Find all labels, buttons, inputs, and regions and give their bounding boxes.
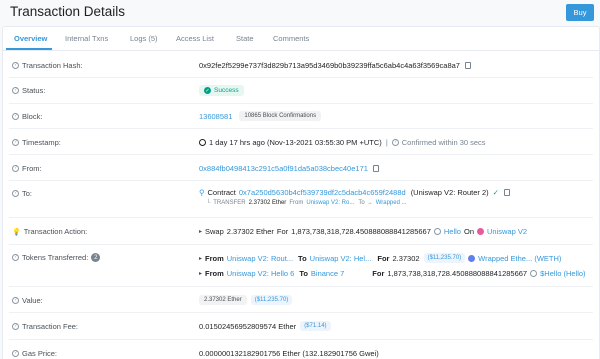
token-from-link[interactable]: Uniswap V2: Hello 6 — [227, 269, 295, 278]
from-label: ? From: — [12, 164, 42, 173]
token-price-badge: ($11,235.70) — [423, 253, 466, 263]
tab-overview[interactable]: Overview — [14, 34, 47, 43]
fee-usd-badge: ($71.14) — [300, 321, 331, 331]
action-label: 💡 Transaction Action: — [12, 227, 88, 236]
help-icon: ? — [12, 254, 19, 261]
fee-value: 0.01502456952809574 Ether ($71.14) — [199, 321, 331, 331]
transaction-card: Overview Internal Txns Logs (5) Access L… — [2, 26, 600, 359]
hello-token-icon — [530, 270, 538, 277]
block-number-link[interactable]: 13608581 — [199, 112, 232, 121]
tab-comments[interactable]: Comments — [273, 34, 309, 43]
divider — [9, 312, 593, 313]
help-icon: ? — [12, 62, 19, 69]
token-icon — [433, 228, 441, 235]
timestamp-label: ? Timestamp: — [12, 138, 61, 147]
block-value: 13608581 10865 Block Confirmations — [199, 111, 322, 121]
caret-right-icon: ▸ — [199, 229, 203, 235]
divider — [9, 244, 593, 245]
value-label: ? Value: — [12, 296, 43, 305]
token-transfer-row: ▸ From Uniswap V2: Rout... To Uniswap V2: He… — [199, 253, 562, 263]
verified-icon: ✓ — [492, 188, 499, 197]
hash-value: 0x92fe2f5299e737f3d829b713a95d3469b0b392… — [199, 61, 471, 70]
caret-right-icon: ▸ — [199, 271, 203, 277]
confirmed-info-icon: ? — [391, 139, 399, 146]
buy-button[interactable]: Buy — [566, 4, 594, 21]
uniswap-icon — [477, 228, 484, 235]
exchange-link[interactable]: Uniswap V2 — [487, 227, 527, 236]
token-transfer-row: ▸ From Uniswap V2: Hello 6 To Binance 7 For 1,… — [199, 269, 586, 278]
tab-access-list[interactable]: Access List — [176, 34, 214, 43]
divider — [9, 103, 593, 104]
tab-internal-txns[interactable]: Internal Txns — [65, 34, 108, 43]
status-value: ✓ Success — [199, 85, 244, 96]
lightbulb-icon: 💡 — [12, 228, 21, 236]
status-badge: ✓ Success — [199, 85, 244, 96]
divider — [9, 339, 593, 340]
fee-label: ? Transaction Fee: — [12, 322, 78, 331]
to-label: ? To: — [12, 189, 32, 198]
status-label: ? Status: — [12, 86, 45, 95]
tab-state[interactable]: State — [236, 34, 254, 43]
copy-icon[interactable] — [464, 62, 471, 69]
internal-transfer: └ TRANSFER 2.37302 Ether From Uniswap V2: Ro… — [206, 200, 407, 206]
block-label: ? Block: — [12, 112, 42, 121]
token-to-link[interactable]: Binance 7 — [311, 269, 344, 278]
divider — [9, 180, 593, 181]
to-value: ⚲ Contract 0x7a250d5630b4cf539739df2c5dacb… — [199, 188, 510, 197]
clock-icon — [199, 139, 206, 146]
hash-label: ? Transaction Hash: — [12, 61, 83, 70]
help-icon: ? — [12, 165, 19, 172]
divider — [9, 217, 593, 218]
token-from-link[interactable]: Uniswap V2: Rout... — [227, 254, 293, 263]
divider — [9, 286, 593, 287]
timestamp-value: 1 day 17 hrs ago (Nov-13-2021 03:55:30 P… — [199, 138, 486, 147]
value-amount: 2.37302 Ether ($11,235.70) — [199, 295, 293, 305]
tokens-label: ? Tokens Transferred: 2 — [12, 253, 101, 262]
token-link[interactable]: $Hello (Hello) — [540, 269, 585, 278]
page-title: Transaction Details — [10, 4, 126, 19]
to-address-link[interactable]: 0x7a250d5630b4cf539739df2c5dacb4c659f248… — [239, 188, 406, 197]
help-icon: ? — [12, 113, 19, 120]
help-icon: ? — [12, 139, 19, 146]
tab-bar: Overview Internal Txns Logs (5) Access L… — [3, 27, 599, 51]
active-tab-indicator — [6, 48, 52, 50]
copy-icon[interactable] — [372, 165, 379, 172]
caret-right-icon: ▸ — [199, 255, 203, 262]
token-link[interactable]: Wrapped Ethe... (WETH) — [478, 254, 561, 263]
token-to-link[interactable]: Uniswap V2: Hel... — [310, 254, 372, 263]
from-value: 0x884fb0498413c291c5a0f91da5a038cbec40e1… — [199, 164, 379, 173]
transfer-from-link[interactable]: Uniswap V2: Ro... — [306, 200, 354, 206]
tab-logs[interactable]: Logs (5) — [130, 34, 158, 43]
from-address-link[interactable]: 0x884fb0498413c291c5a0f91da5a038cbec40e1… — [199, 164, 368, 173]
divider — [9, 154, 593, 155]
divider — [9, 128, 593, 129]
action-token-link[interactable]: Hello — [444, 227, 461, 236]
help-icon: ? — [12, 297, 19, 304]
transfer-to-link[interactable]: Wrapped ... — [376, 200, 407, 206]
tokens-count-badge: 2 — [91, 253, 101, 262]
copy-icon[interactable] — [503, 189, 510, 196]
gas-label: ? Gas Price: — [12, 349, 57, 358]
value-usd-badge: ($11,235.70) — [250, 295, 293, 305]
help-icon: ? — [12, 87, 19, 94]
gas-value: 0.000000132182901756 Ether (132.18290175… — [199, 349, 379, 358]
value-badge: 2.37302 Ether — [199, 295, 247, 305]
help-icon: ? — [12, 323, 19, 330]
help-icon: ? — [12, 350, 19, 357]
check-circle-icon: ✓ — [204, 87, 211, 94]
confirmations-badge: 10865 Block Confirmations — [239, 111, 322, 121]
contract-icon: ⚲ — [199, 188, 205, 197]
help-icon: ? — [12, 190, 19, 197]
action-value: ▸ Swap 2.37302 Ether For 1,873,738,318,728.4… — [199, 227, 528, 236]
weth-token-icon — [468, 254, 476, 262]
divider — [9, 77, 593, 78]
